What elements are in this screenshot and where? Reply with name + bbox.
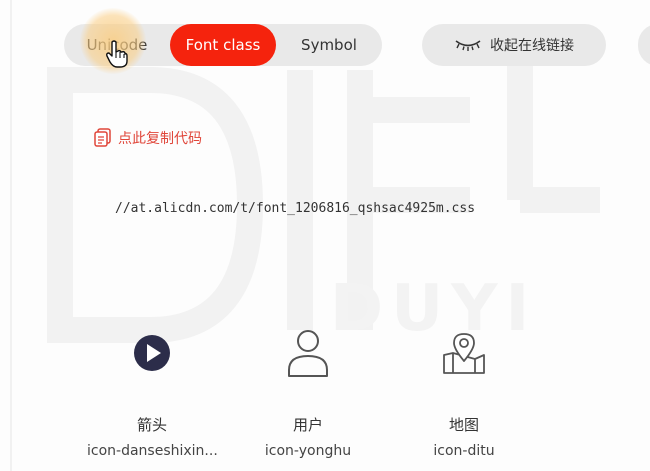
copy-icon: [94, 128, 111, 147]
copy-code-link[interactable]: 点此复制代码: [94, 128, 202, 148]
icon-card-map[interactable]: 地图 icon-ditu: [399, 328, 529, 459]
collapse-button-label: 收起在线链接: [490, 38, 574, 54]
hand-cursor-icon: [106, 40, 128, 68]
copy-code-label: 点此复制代码: [118, 131, 202, 147]
play-circle-icon: [134, 335, 170, 371]
icon-name: 箭头: [136, 416, 167, 434]
tab-font-class[interactable]: Font class: [170, 24, 276, 66]
css-link-url: //at.alicdn.com/t/font_1206816_qshsac492…: [115, 201, 476, 216]
tab-symbol[interactable]: Symbol: [276, 24, 382, 66]
collapse-online-link-button[interactable]: 收起在线链接: [422, 24, 606, 66]
icon-code: icon-ditu: [433, 443, 495, 459]
icon-name: 用户: [292, 416, 323, 434]
icon-code: icon-yonghu: [264, 443, 352, 459]
icon-card-arrow[interactable]: 箭头 icon-danseshixin...: [87, 328, 218, 459]
icon-name: 地图: [448, 416, 479, 434]
map-pin-icon: [443, 333, 485, 374]
icon-card-user[interactable]: 用户 icon-yonghu: [243, 328, 373, 459]
left-divider: [10, 0, 12, 471]
closed-eye-icon: [455, 40, 481, 51]
next-pill-button[interactable]: [638, 24, 650, 66]
iconfont-project-page: DUYI Unicode Font class Symbol 收起在线链接 点此…: [0, 0, 650, 471]
icon-code: icon-danseshixin...: [87, 443, 218, 459]
user-icon: [288, 330, 328, 377]
